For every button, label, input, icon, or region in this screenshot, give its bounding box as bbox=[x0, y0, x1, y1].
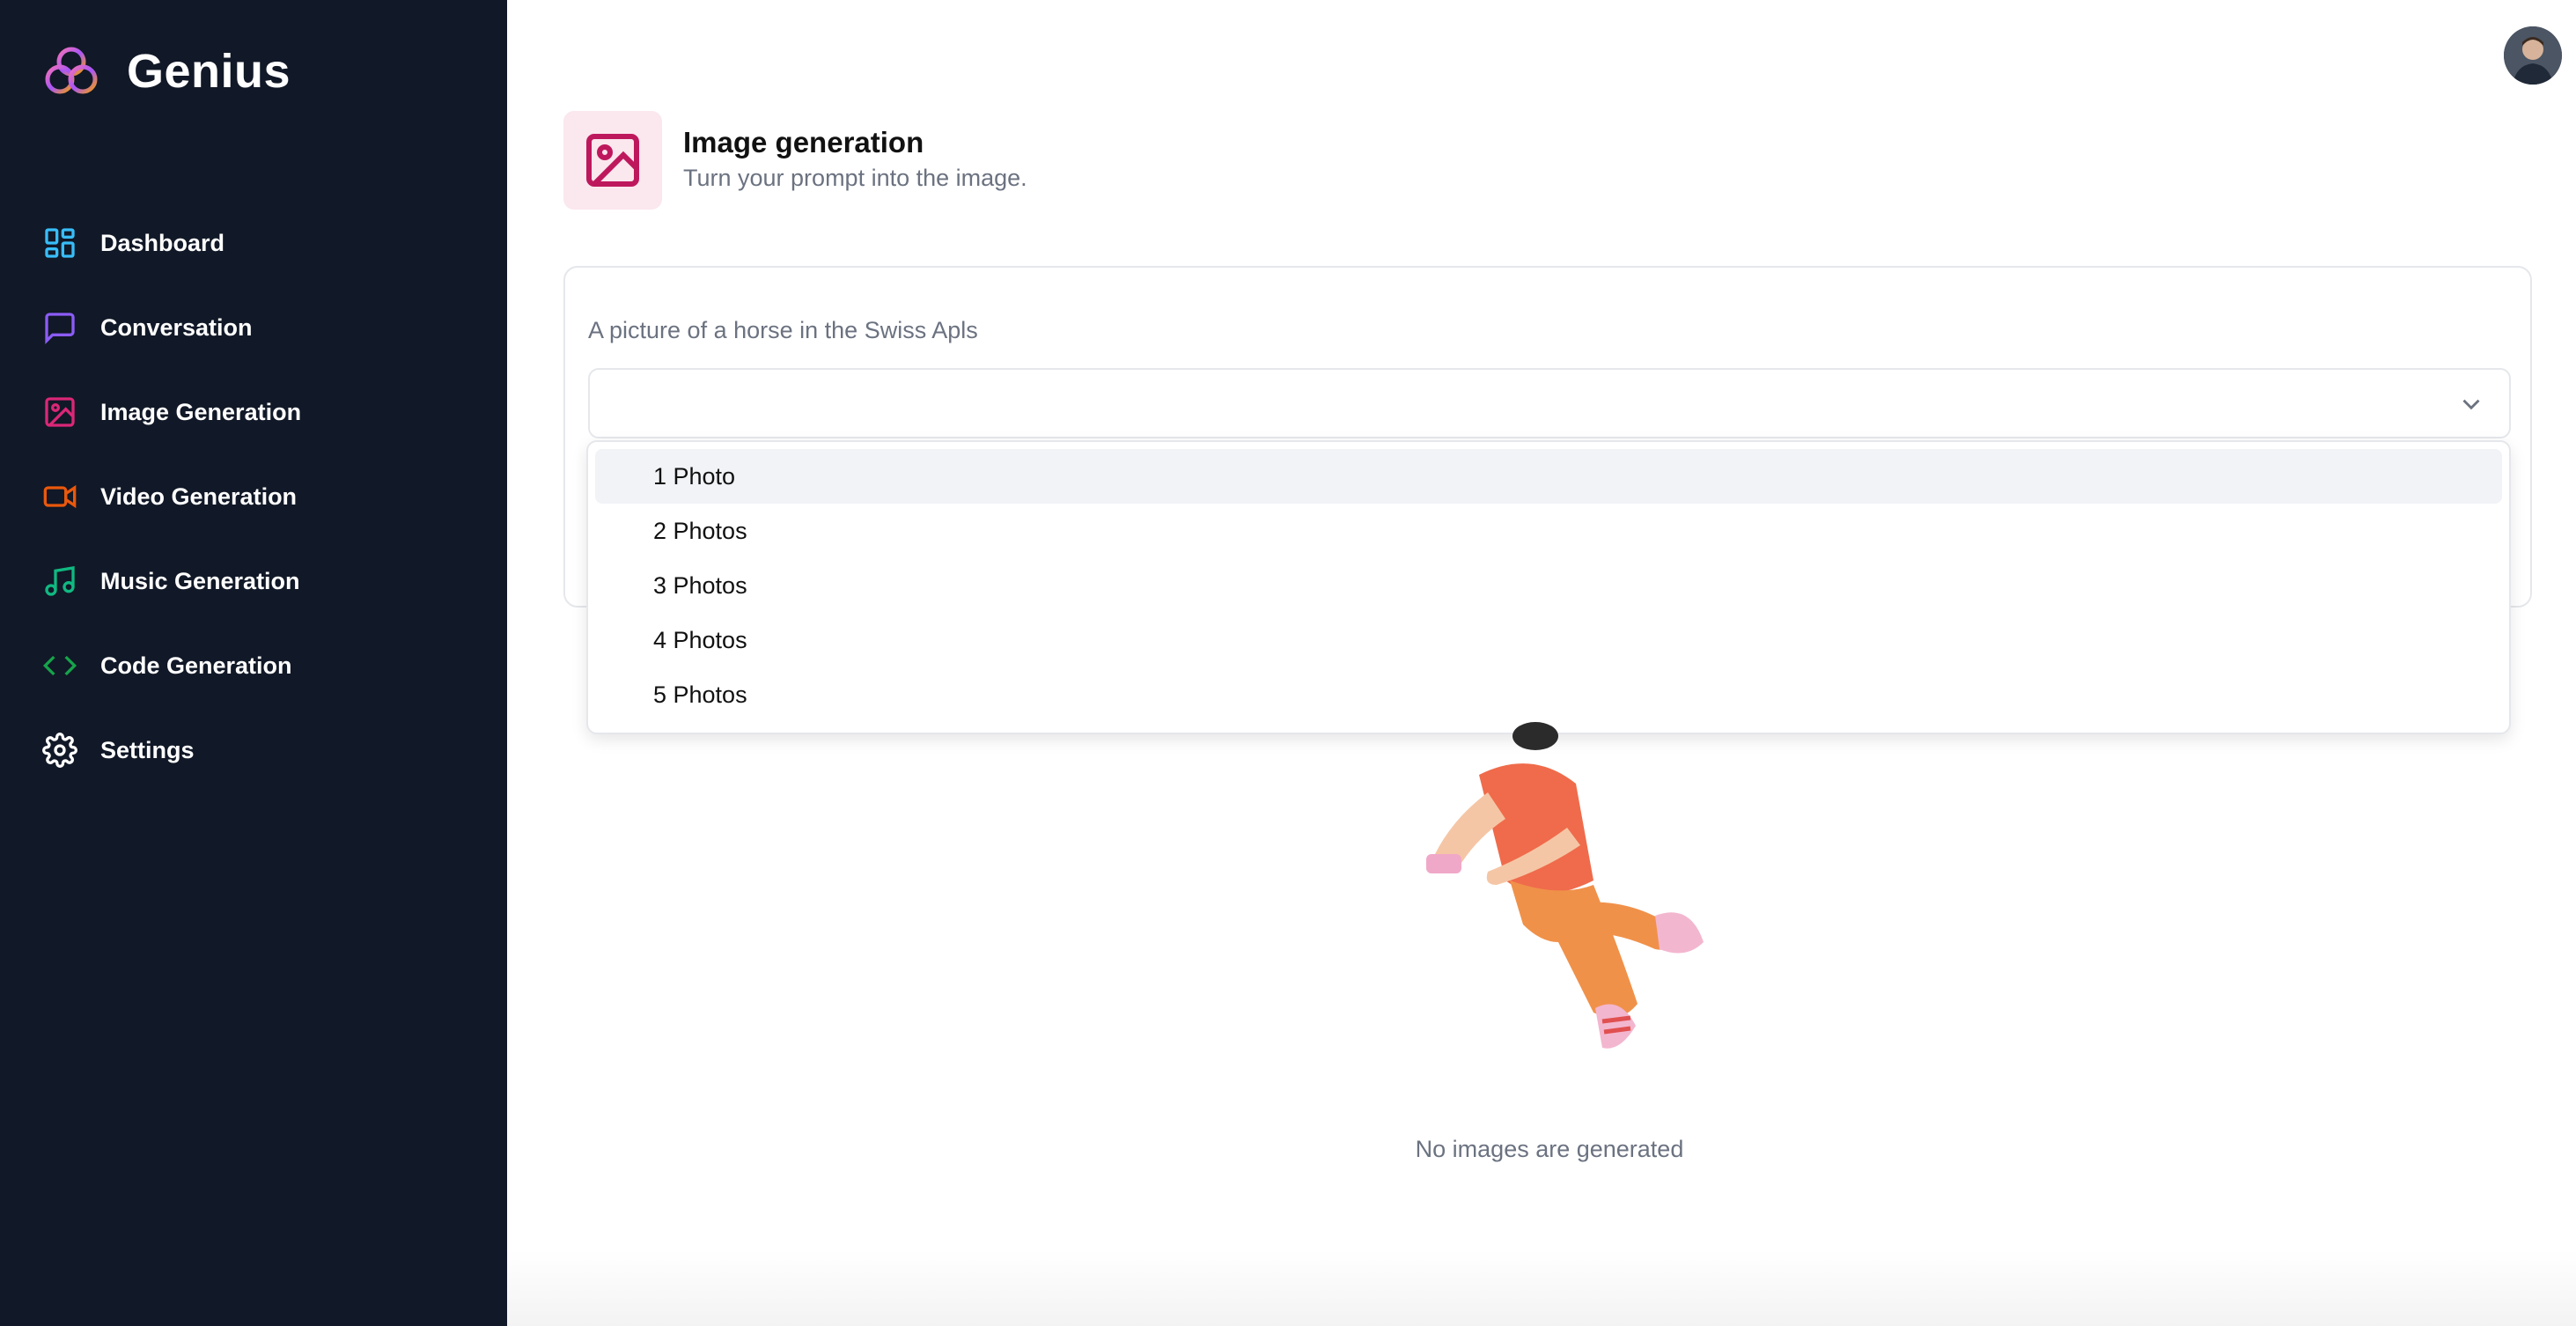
dashboard-icon bbox=[42, 225, 77, 261]
sidebar-item-label: Dashboard bbox=[100, 229, 225, 256]
sidebar-item-label: Video Generation bbox=[100, 483, 298, 510]
sidebar-item-conversation[interactable]: Conversation bbox=[26, 285, 484, 370]
amount-dropdown: 1 Photo 2 Photos 3 Photos 4 Photos 5 Pho… bbox=[586, 440, 2511, 734]
bottom-fade bbox=[507, 1250, 2576, 1326]
sidebar: Genius Dashboard Conversation Image Gene… bbox=[0, 0, 507, 1326]
video-icon bbox=[42, 479, 77, 514]
person-illustration-icon bbox=[1426, 722, 1704, 1049]
sidebar-item-dashboard[interactable]: Dashboard bbox=[26, 201, 484, 285]
sidebar-item-code-generation[interactable]: Code Generation bbox=[26, 623, 484, 708]
sidebar-item-label: Conversation bbox=[100, 313, 253, 341]
amount-option[interactable]: 2 Photos bbox=[595, 504, 2502, 558]
amount-select[interactable] bbox=[588, 368, 2511, 438]
sidebar-item-label: Music Generation bbox=[100, 567, 300, 594]
code-icon bbox=[42, 648, 77, 683]
sidebar-item-settings[interactable]: Settings bbox=[26, 708, 484, 792]
music-icon bbox=[42, 564, 77, 599]
heading-icon-container bbox=[563, 111, 662, 210]
empty-state-text: No images are generated bbox=[1415, 1136, 1684, 1162]
sidebar-item-image-generation[interactable]: Image Generation bbox=[26, 370, 484, 454]
sidebar-item-label: Image Generation bbox=[100, 398, 302, 425]
genius-logo-icon bbox=[45, 47, 98, 94]
chat-icon bbox=[42, 310, 77, 345]
prompt-input[interactable]: A picture of a horse in the Swiss Apls bbox=[588, 317, 978, 344]
page-heading: Image generation Turn your prompt into t… bbox=[563, 111, 1027, 210]
sidebar-item-label: Code Generation bbox=[100, 652, 292, 679]
amount-option[interactable]: 4 Photos bbox=[595, 613, 2502, 667]
sidebar-item-video-generation[interactable]: Video Generation bbox=[26, 454, 484, 539]
amount-option[interactable]: 5 Photos bbox=[595, 667, 2502, 722]
user-avatar[interactable] bbox=[2504, 26, 2562, 85]
sidebar-item-label: Settings bbox=[100, 736, 195, 763]
page-title: Image generation bbox=[683, 126, 924, 158]
sidebar-nav: Dashboard Conversation Image Generation … bbox=[26, 201, 484, 792]
image-icon bbox=[586, 134, 639, 187]
gear-icon bbox=[42, 733, 77, 768]
image-icon bbox=[42, 394, 77, 430]
app-logo[interactable]: Genius bbox=[40, 41, 291, 102]
heading-text: Image generation Turn your prompt into t… bbox=[683, 125, 1027, 195]
chevron-down-icon bbox=[2462, 399, 2480, 410]
page-subtitle: Turn your prompt into the image. bbox=[683, 165, 1027, 191]
user-avatar-icon bbox=[2504, 26, 2562, 85]
sidebar-item-music-generation[interactable]: Music Generation bbox=[26, 539, 484, 623]
amount-option[interactable]: 3 Photos bbox=[595, 558, 2502, 613]
app-name: Genius bbox=[127, 45, 291, 98]
amount-option[interactable]: 1 Photo bbox=[595, 449, 2502, 504]
empty-state-illustration bbox=[1356, 722, 1743, 1092]
